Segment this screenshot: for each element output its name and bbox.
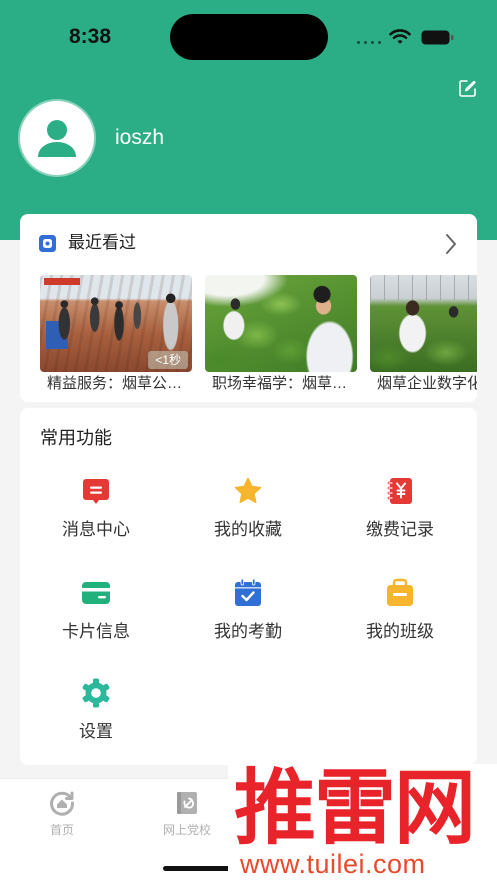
status-time: 8:38 — [68, 25, 112, 48]
user-icon — [38, 120, 76, 157]
recent-item[interactable]: 烟草企业数字化 — [370, 275, 477, 395]
tab-home[interactable]: 首页 — [22, 789, 102, 837]
battery-icon — [421, 30, 454, 45]
function-label: 卡片信息 — [62, 622, 130, 641]
video-thumbnail[interactable]: <1秒 — [40, 275, 192, 372]
star-icon — [234, 477, 262, 504]
video-thumbnail[interactable] — [205, 275, 357, 372]
function-label: 缴费记录 — [366, 520, 434, 539]
recent-item-caption: 职场幸福学：烟草… — [212, 375, 348, 392]
function-favorites[interactable]: 我的收藏 — [172, 475, 324, 555]
signal-dot — [378, 41, 381, 44]
signal-dot — [364, 41, 367, 44]
recent-item-caption: 精益服务：烟草公… — [47, 375, 183, 392]
recent-icon — [39, 235, 56, 252]
tab-party-school[interactable]: 网上党校 — [147, 789, 227, 837]
watermark: 推雷网 www.tuilei.com — [228, 764, 497, 883]
function-message-center[interactable]: 消息中心 — [20, 475, 172, 555]
function-payment-records[interactable]: 缴费记录 — [324, 475, 476, 555]
attendance-calendar-icon — [235, 578, 261, 606]
functions-card: 常用功能 消息中心 我的收藏 缴费记录 卡片信息 我的考勤 我的班级 设置 — [20, 408, 477, 765]
functions-title: 常用功能 — [40, 428, 112, 448]
function-attendance[interactable]: 我的考勤 — [172, 577, 324, 657]
edit-icon[interactable] — [458, 79, 477, 98]
watermark-url: www.tuilei.com — [240, 849, 426, 879]
function-card-info[interactable]: 卡片信息 — [20, 577, 172, 657]
recent-item[interactable]: <1秒 精益服务：烟草公… — [40, 275, 192, 395]
wifi-icon — [389, 29, 411, 44]
function-my-class[interactable]: 我的班级 — [324, 577, 476, 657]
recent-item-caption: 烟草企业数字化 — [377, 375, 477, 392]
watermark-brand: 推雷网 — [234, 764, 476, 854]
function-label: 消息中心 — [62, 520, 130, 539]
payment-record-icon — [387, 478, 412, 504]
function-label: 我的班级 — [366, 622, 434, 641]
username[interactable]: ioszh — [115, 125, 164, 151]
tab-label: 首页 — [49, 823, 74, 837]
recent-title: 最近看过 — [68, 233, 136, 252]
tab-label: 网上党校 — [162, 823, 211, 837]
party-school-icon — [177, 792, 197, 814]
signal-dot — [357, 41, 360, 44]
class-box-icon — [387, 578, 413, 606]
function-label: 我的收藏 — [214, 520, 282, 539]
dynamic-island — [170, 14, 328, 60]
avatar[interactable] — [20, 101, 94, 175]
function-label: 我的考勤 — [214, 622, 282, 641]
duration-badge: <1秒 — [148, 351, 188, 369]
home-icon — [50, 791, 75, 816]
function-label: 设置 — [79, 722, 113, 741]
signal-dot — [371, 41, 374, 44]
chevron-right-icon[interactable] — [444, 233, 458, 255]
message-icon — [83, 479, 109, 504]
video-thumbnail[interactable] — [370, 275, 477, 372]
gear-icon — [82, 678, 110, 708]
card-icon — [82, 582, 110, 604]
function-settings[interactable]: 设置 — [20, 677, 172, 757]
recent-card: 最近看过 <1秒 精益服务：烟草公… 职场幸福学：烟草… 烟草企业数字化 — [20, 214, 477, 402]
recent-item[interactable]: 职场幸福学：烟草… — [205, 275, 357, 395]
